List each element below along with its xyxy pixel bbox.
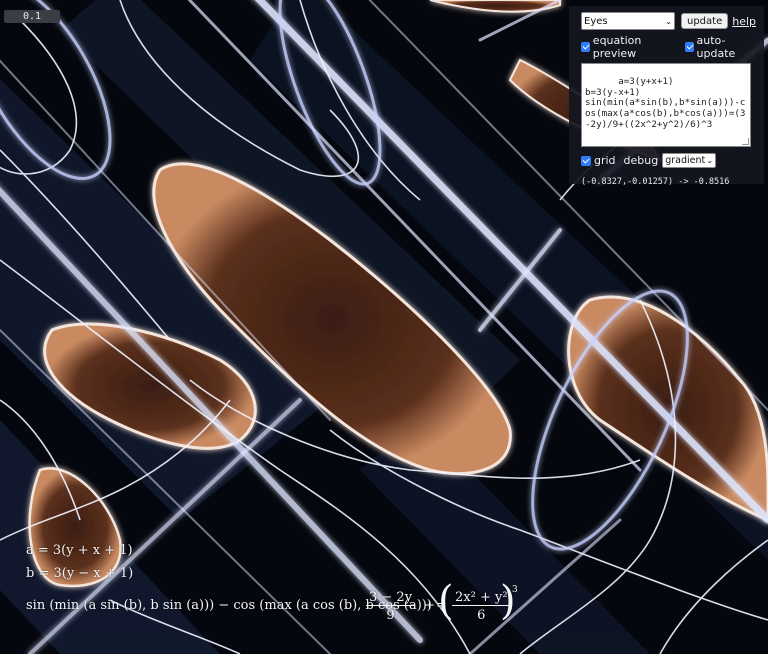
panel-top-row: Eyes ⌄ update help (581, 12, 756, 30)
checkbox-checked-icon[interactable] (684, 42, 694, 52)
preview-definition-b: b = 3(y − x + 1) (26, 566, 134, 581)
graph-canvas[interactable]: 0.1 a = 3(y + x + 1) b = 3(y − x + 1) si… (0, 0, 768, 654)
resize-grip-icon[interactable] (742, 138, 749, 145)
equation-source-text: a=3(y+x+1) b=3(y-x+1) sin(min(a*sin(b),b… (585, 75, 746, 130)
update-button[interactable]: update (681, 13, 729, 29)
preview-definition-a: a = 3(y + x + 1) (26, 543, 133, 558)
fraction-1-denominator: 9 (386, 608, 395, 623)
fraction-1-numerator: 3 − 2y (366, 590, 416, 606)
grid-debug-row: grid debug gradient ⌄ (581, 153, 756, 168)
preset-selected-value: Eyes (584, 15, 608, 27)
grid-toggle[interactable]: grid (581, 154, 616, 167)
checkbox-checked-icon[interactable] (581, 155, 591, 166)
debug-mode-select[interactable]: gradient ⌄ (662, 153, 717, 168)
debug-label: debug (623, 154, 659, 167)
cursor-readout: (-0.8327,-0.01257) -> -0.8516 (581, 177, 730, 187)
debug-mode-value: gradient (665, 155, 706, 166)
grid-label: grid (594, 154, 616, 167)
equation-preview-toggle[interactable]: equation preview (581, 34, 677, 60)
control-panel: Eyes ⌄ update help equation preview auto… (569, 6, 764, 187)
checkbox-checked-icon[interactable] (581, 42, 590, 52)
auto-update-toggle[interactable]: auto-update (684, 34, 756, 60)
auto-update-label: auto-update (696, 34, 736, 60)
equation-preview-label: equation preview (592, 34, 642, 60)
preview-plus: + (424, 598, 435, 613)
chevron-down-icon: ⌄ (665, 16, 672, 26)
help-link[interactable]: help (732, 15, 756, 28)
preview-fraction-1: 3 − 2y 9 (366, 590, 416, 623)
options-row: equation preview auto-update (581, 34, 756, 60)
equation-textarea[interactable]: a=3(y+x+1) b=3(y-x+1) sin(min(a*sin(b),b… (581, 63, 751, 147)
preset-select[interactable]: Eyes ⌄ (581, 12, 675, 30)
preview-exponent: 3 (512, 585, 518, 595)
scale-readout: 0.1 (4, 10, 60, 23)
chevron-down-icon: ⌄ (706, 156, 714, 165)
